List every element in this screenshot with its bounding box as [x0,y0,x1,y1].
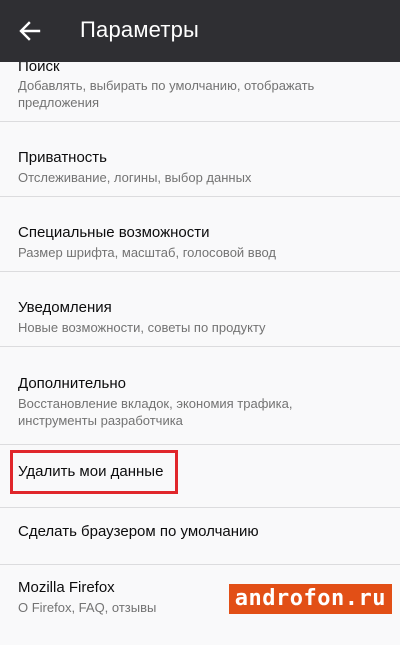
settings-item-title: Mozilla Firefox [18,579,115,596]
back-button[interactable] [8,9,52,53]
arrow-back-icon [19,20,41,42]
watermark-logo: androfon.ru [228,584,392,614]
settings-item-title: Уведомления [18,299,112,316]
settings-item-subtitle: Новые возможности, советы по продукту [18,320,266,335]
settings-item-privacy[interactable]: Приватность Отслеживание, логины, выбор … [0,122,400,197]
settings-item-default-browser[interactable]: Сделать браузером по умолчанию [0,508,400,565]
highlight-box [10,450,178,494]
settings-list: Поиск Добавлять, выбирать по умолчанию, … [0,0,400,620]
settings-item-subtitle: Отслеживание, логины, выбор данных [18,170,252,185]
settings-item-title: Приватность [18,149,107,166]
settings-item-subtitle: Размер шрифта, масштаб, голосовой ввод [18,245,276,260]
settings-item-accessibility[interactable]: Специальные возможности Размер шрифта, м… [0,197,400,272]
settings-item-title: Сделать браузером по умолчанию [18,523,259,540]
settings-item-title: Специальные возможности [18,224,210,241]
settings-item-title: Дополнительно [18,375,126,392]
settings-item-subtitle: Добавлять, выбирать по умолчанию, отобра… [18,78,315,110]
settings-item-advanced[interactable]: Дополнительно Восстановление вкладок, эк… [0,347,400,445]
app-bar: Параметры [0,0,400,62]
settings-item-notifications[interactable]: Уведомления Новые возможности, советы по… [0,272,400,347]
settings-item-subtitle: Восстановление вкладок, экономия трафика… [18,396,293,428]
page-title: Параметры [80,17,200,42]
